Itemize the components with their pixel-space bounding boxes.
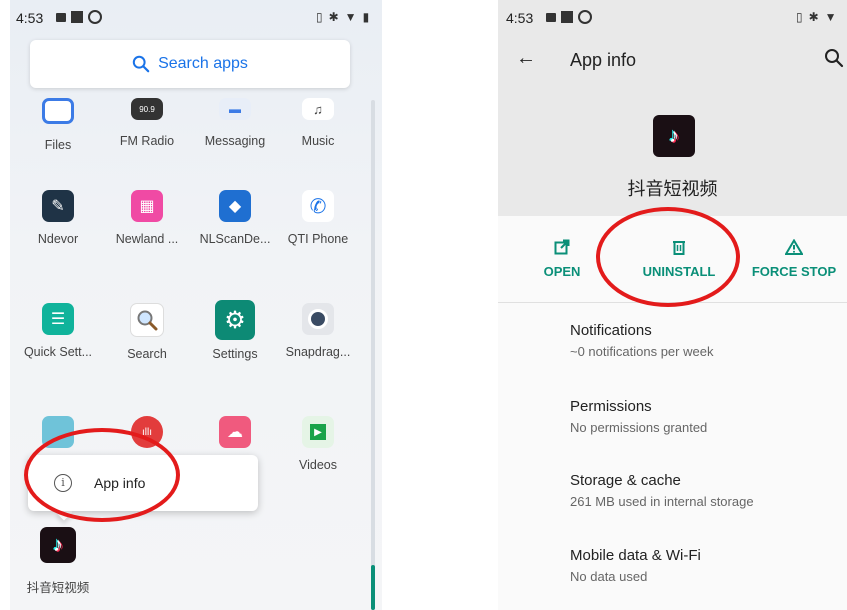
square-notification-icon	[561, 11, 573, 23]
image-notification-icon	[56, 12, 66, 22]
fm-radio-icon: 90.9	[131, 98, 163, 120]
sim-icon: ▯	[316, 10, 323, 24]
messaging-icon: ▬	[219, 98, 251, 120]
status-time: 4:53	[506, 10, 534, 26]
app-videos[interactable]: ▶ Videos	[274, 416, 362, 472]
wifi-icon: ▼	[344, 10, 357, 24]
app-search[interactable]: Search	[103, 303, 191, 361]
app-ndevor[interactable]: ✎ Ndevor	[14, 190, 102, 246]
newland-icon: ▦	[131, 190, 163, 222]
app-info-header: 4:53 ▯ ✱ ▼ ← App info ♪ 抖音短视频	[498, 0, 847, 216]
status-notification-icons	[546, 10, 592, 24]
music-icon: ♫	[302, 98, 334, 120]
app-cloud-partial[interactable]: ☁	[191, 416, 279, 458]
image-notification-icon	[546, 12, 556, 22]
open-button[interactable]: OPEN	[502, 236, 622, 279]
wifi-icon: ▼	[824, 10, 837, 24]
search-icon[interactable]	[824, 48, 844, 68]
scrollbar-track[interactable]	[371, 100, 375, 610]
status-bar: 4:53 ▯ ✱ ▼	[498, 0, 847, 36]
app-settings[interactable]: ⚙ Settings	[191, 300, 279, 361]
sound-recorder-icon: ıllı	[131, 416, 163, 448]
status-time: 4:53	[16, 10, 44, 26]
tiktok-icon: ♪	[653, 115, 695, 157]
force-stop-button[interactable]: FORCE STOP	[734, 236, 847, 279]
cloud-upload-icon: ☁	[219, 416, 251, 448]
sync-notification-icon	[578, 10, 592, 24]
notifications-row[interactable]: Notifications ~0 notifications per week	[570, 322, 713, 359]
scrollbar-thumb[interactable]	[371, 565, 375, 610]
status-system-icons: ▯ ✱ ▼ ▮	[316, 10, 369, 24]
tiktok-icon: ♪	[40, 527, 76, 563]
settings-gear-icon: ⚙	[215, 300, 255, 340]
app-info-popup-menu[interactable]: i App info	[28, 455, 258, 511]
app-fm-radio[interactable]: 90.9 FM Radio	[103, 98, 191, 148]
app-tiktok[interactable]: ♪ 抖音短视频	[14, 527, 102, 596]
app-music[interactable]: ♫ Music	[274, 98, 362, 148]
uninstall-button[interactable]: UNINSTALL	[619, 236, 739, 279]
gallery-icon	[42, 416, 74, 448]
sync-notification-icon	[88, 10, 102, 24]
battery-icon: ▮	[362, 10, 370, 24]
app-nlscan[interactable]: ◆ NLScanDe...	[191, 190, 279, 246]
back-arrow-icon[interactable]: ←	[516, 47, 536, 70]
camera-icon	[302, 303, 334, 335]
app-quick-settings[interactable]: ☰ Quick Sett...	[14, 303, 102, 359]
quick-settings-icon: ☰	[42, 303, 74, 335]
app-files[interactable]: Files	[14, 98, 102, 152]
page-title: App info	[570, 50, 637, 70]
app-drawer-screen: 4:53 ▯ ✱ ▼ ▮ Search apps Files 90.9 FM R…	[10, 0, 382, 610]
square-notification-icon	[71, 11, 83, 23]
status-notification-icons	[56, 10, 102, 24]
files-icon	[42, 98, 74, 124]
nlscan-icon: ◆	[219, 190, 251, 222]
info-icon: i	[54, 474, 72, 492]
storage-cache-row[interactable]: Storage & cache 261 MB used in internal …	[570, 472, 754, 509]
app-messaging[interactable]: ▬ Messaging	[191, 98, 279, 148]
permissions-row[interactable]: Permissions No permissions granted	[570, 398, 707, 435]
bluetooth-icon: ✱	[328, 10, 339, 24]
search-app-icon	[130, 303, 164, 337]
search-apps-bar[interactable]: Search apps	[30, 40, 350, 88]
app-newland[interactable]: ▦ Newland ...	[103, 190, 191, 246]
app-snapdragon-camera[interactable]: Snapdrag...	[274, 303, 362, 359]
ndevor-icon: ✎	[42, 190, 74, 222]
mobile-data-wifi-row[interactable]: Mobile data & Wi-Fi No data used	[570, 547, 701, 584]
trash-icon	[619, 236, 739, 258]
app-info-screen: 4:53 ▯ ✱ ▼ ← App info ♪ 抖音短视频 OPEN UNINS…	[498, 0, 847, 610]
app-info-menu-item[interactable]: App info	[94, 475, 145, 491]
phone-icon: ✆	[302, 190, 334, 222]
warning-icon	[734, 236, 847, 258]
search-icon	[132, 55, 150, 73]
status-bar: 4:53 ▯ ✱ ▼ ▮	[10, 0, 382, 36]
status-system-icons: ▯ ✱ ▼	[796, 10, 837, 24]
app-qti-phone[interactable]: ✆ QTI Phone	[274, 190, 362, 246]
app-gallery-partial[interactable]	[14, 416, 102, 458]
videos-play-icon: ▶	[302, 416, 334, 448]
app-recorder-partial[interactable]: ıllı	[103, 416, 191, 458]
search-apps-label: Search apps	[158, 55, 248, 72]
app-name: 抖音短视频	[627, 179, 718, 199]
bluetooth-icon: ✱	[808, 10, 819, 24]
sim-icon: ▯	[796, 10, 803, 24]
action-buttons: OPEN UNINSTALL FORCE STOP	[498, 216, 847, 303]
open-external-icon	[502, 236, 622, 258]
